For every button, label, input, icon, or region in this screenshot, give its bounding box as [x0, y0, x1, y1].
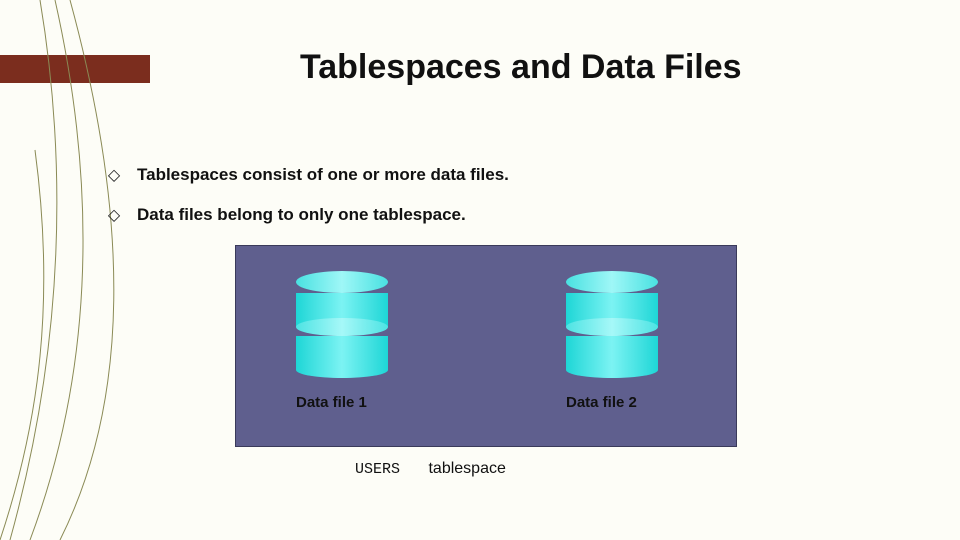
datafile-1-label: Data file 1 [296, 394, 367, 411]
datafile-cylinder-icon [566, 271, 658, 378]
datafile-2-label: Data file 2 [566, 394, 637, 411]
diamond-bullet-icon [100, 162, 128, 190]
bullet-item: Tablespaces consist of one or more data … [105, 165, 509, 187]
tablespace-diagram: Data file 1 Data file 2 [235, 245, 737, 447]
bullet-text: Data files belong to only one tablespace… [137, 205, 466, 225]
datafile-cylinder-icon [296, 271, 388, 378]
bullet-list: Tablespaces consist of one or more data … [105, 165, 509, 245]
diamond-bullet-icon [100, 202, 128, 230]
tablespace-word: tablespace [428, 460, 505, 477]
bullet-item: Data files belong to only one tablespace… [105, 205, 509, 227]
diagram-caption: USERS tablespace [355, 460, 506, 478]
bullet-text: Tablespaces consist of one or more data … [137, 165, 509, 185]
tablespace-name-code: USERS [355, 461, 400, 478]
slide: Tablespaces and Data Files Tablespaces c… [0, 0, 960, 540]
accent-bar [0, 55, 150, 83]
slide-title: Tablespaces and Data Files [300, 48, 742, 87]
